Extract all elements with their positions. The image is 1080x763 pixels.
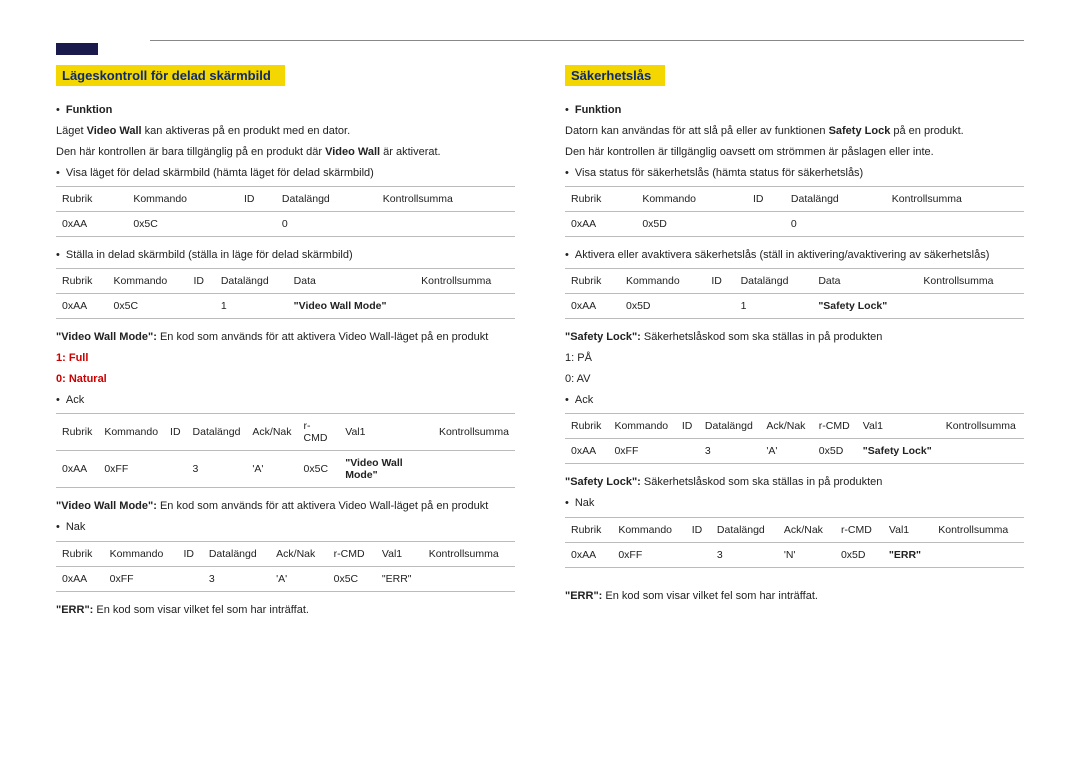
function-desc-r1: Datorn kan användas för att slå på eller… [565,123,1024,140]
set-heading: Ställa in delad skärmbild (ställa in läg… [56,247,515,264]
table-row: RubrikKommandoIDDatalängdAck/Nakr-CMDVal… [565,517,1024,542]
table-row: RubrikKommandoIDDatalängdDataKontrollsum… [56,269,515,294]
table-nak-r: RubrikKommandoIDDatalängdAck/Nakr-CMDVal… [565,517,1024,568]
sl-desc: "Safety Lock": Säkerhetslåskod som ska s… [565,329,1024,346]
table-row: RubrikKommandoIDDatalängdAck/Nakr-CMDVal… [56,414,515,451]
table-get: RubrikKommandoIDDatalängdKontrollsumma 0… [56,186,515,237]
opt-1-r: 1: PÅ [565,350,1024,367]
function-heading-r: Funktion [565,102,1024,119]
table-row: 0xAA0xFF3'A'0x5C"Video Wall Mode" [56,451,515,488]
get-heading: Visa läget för delad skärmbild (hämta lä… [56,165,515,182]
table-get-r: RubrikKommandoIDDatalängdKontrollsumma 0… [565,186,1024,237]
table-row: 0xAA0x5C1"Video Wall Mode" [56,294,515,319]
table-ack-r: RubrikKommandoIDDatalängdAck/Nakr-CMDVal… [565,413,1024,464]
function-desc-r2: Den här kontrollen är tillgänglig oavset… [565,144,1024,161]
table-set-r: RubrikKommandoIDDatalängdDataKontrollsum… [565,268,1024,319]
opt-0-r: 0: AV [565,371,1024,388]
table-nak: RubrikKommandoIDDatalängdAck/Nakr-CMDVal… [56,541,515,592]
opt-1: 1: Full [56,350,515,367]
table-row: RubrikKommandoIDDatalängdAck/Nakr-CMDVal… [565,414,1024,439]
table-row: RubrikKommandoIDDatalängdAck/Nakr-CMDVal… [56,541,515,566]
table-set: RubrikKommandoIDDatalängdDataKontrollsum… [56,268,515,319]
err-desc: "ERR": En kod som visar vilket fel som h… [56,602,515,619]
table-row: 0xAA0x5C0 [56,212,515,237]
nak-heading-r: Nak [565,495,1024,512]
ack-heading: Ack [56,392,515,409]
opt-0: 0: Natural [56,371,515,388]
page: Lägeskontroll för delad skärmbild Funkti… [0,0,1080,653]
get-heading-r: Visa status för säkerhetslås (hämta stat… [565,165,1024,182]
function-heading: Funktion [56,102,515,119]
vwm-desc: "Video Wall Mode": En kod som används fö… [56,329,515,346]
table-row: RubrikKommandoIDDatalängdDataKontrollsum… [565,269,1024,294]
ack-heading-r: Ack [565,392,1024,409]
section-title-right: Säkerhetslås [565,65,665,86]
table-row: 0xAA0xFF3'A'0x5C"ERR" [56,566,515,591]
header-rule [150,40,1024,41]
sl2-desc: "Safety Lock": Säkerhetslåskod som ska s… [565,474,1024,491]
vwm2-desc: "Video Wall Mode": En kod som används fö… [56,498,515,515]
function-desc-1: Läget Video Wall kan aktiveras på en pro… [56,123,515,140]
table-row: 0xAA0x5D0 [565,212,1024,237]
function-desc-2: Den här kontrollen är bara tillgänglig p… [56,144,515,161]
set-heading-r: Aktivera eller avaktivera säkerhetslås (… [565,247,1024,264]
table-row: RubrikKommandoIDDatalängdKontrollsumma [565,187,1024,212]
two-column-layout: Lägeskontroll för delad skärmbild Funkti… [56,65,1024,623]
table-ack: RubrikKommandoIDDatalängdAck/Nakr-CMDVal… [56,413,515,488]
section-title-left: Lägeskontroll för delad skärmbild [56,65,285,86]
nak-heading: Nak [56,519,515,536]
table-row: 0xAA0xFF3'A'0x5D"Safety Lock" [565,439,1024,464]
err-desc-r: "ERR": En kod som visar vilket fel som h… [565,588,1024,605]
left-column: Lägeskontroll för delad skärmbild Funkti… [56,65,515,623]
right-column: Säkerhetslås Funktion Datorn kan använda… [565,65,1024,623]
table-row: 0xAA0x5D1"Safety Lock" [565,294,1024,319]
table-row: RubrikKommandoIDDatalängdKontrollsumma [56,187,515,212]
table-row: 0xAA0xFF3'N'0x5D"ERR" [565,542,1024,567]
header-color-block [56,43,98,55]
